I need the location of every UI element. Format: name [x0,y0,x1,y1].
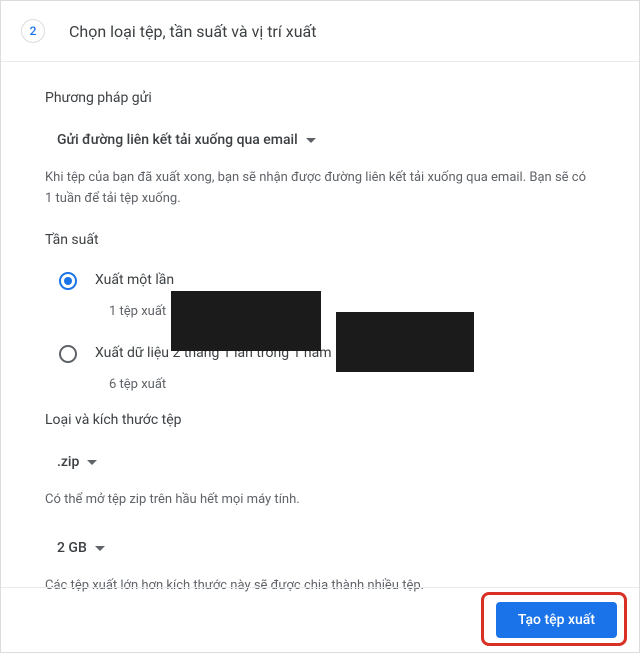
filetype-selected: .zip [57,454,79,470]
delivery-helper-text: Khi tệp của bạn đã xuất xong, bạn sẽ nhậ… [45,168,595,210]
frequency-option-bimonthly[interactable]: Xuất dữ liệu 2 tháng 1 lần trong 1 năm [59,339,595,369]
filetype-section-title: Loại và kích thước tệp [45,412,595,428]
filesize-dropdown[interactable]: 2 GB [53,532,109,564]
step-header: 2 Chọn loại tệp, tần suất và vị trí xuất [1,1,639,62]
delivery-section-title: Phương pháp gửi [45,90,595,106]
step-number-circle: 2 [21,19,45,43]
radio-icon [59,345,77,363]
frequency-option-sub: 6 tệp xuất [109,377,595,392]
chevron-down-icon [87,454,97,470]
frequency-radio-group: Xuất một lần 1 tệp xuất Xuất dữ liệu 2 t… [59,266,595,392]
frequency-option-once[interactable]: Xuất một lần [59,266,595,296]
step-number: 2 [30,24,37,38]
filetype-dropdown[interactable]: .zip [53,446,101,478]
filesize-selected: 2 GB [57,540,87,556]
radio-icon [59,272,77,290]
redaction-box [336,312,474,372]
create-export-button[interactable]: Tạo tệp xuất [496,602,617,638]
frequency-option-label: Xuất một lần [95,272,174,288]
delivery-method-dropdown[interactable]: Gửi đường liên kết tải xuống qua email [53,124,320,156]
redaction-box [171,291,321,351]
footer: Tạo tệp xuất [1,587,639,652]
delivery-method-selected: Gửi đường liên kết tải xuống qua email [57,132,298,148]
chevron-down-icon [306,132,316,148]
chevron-down-icon [95,540,105,556]
filetype-helper-text: Có thể mở tệp zip trên hầu hết mọi máy t… [45,490,595,511]
frequency-section-title: Tần suất [45,232,595,248]
step-title: Chọn loại tệp, tần suất và vị trí xuất [69,22,316,41]
